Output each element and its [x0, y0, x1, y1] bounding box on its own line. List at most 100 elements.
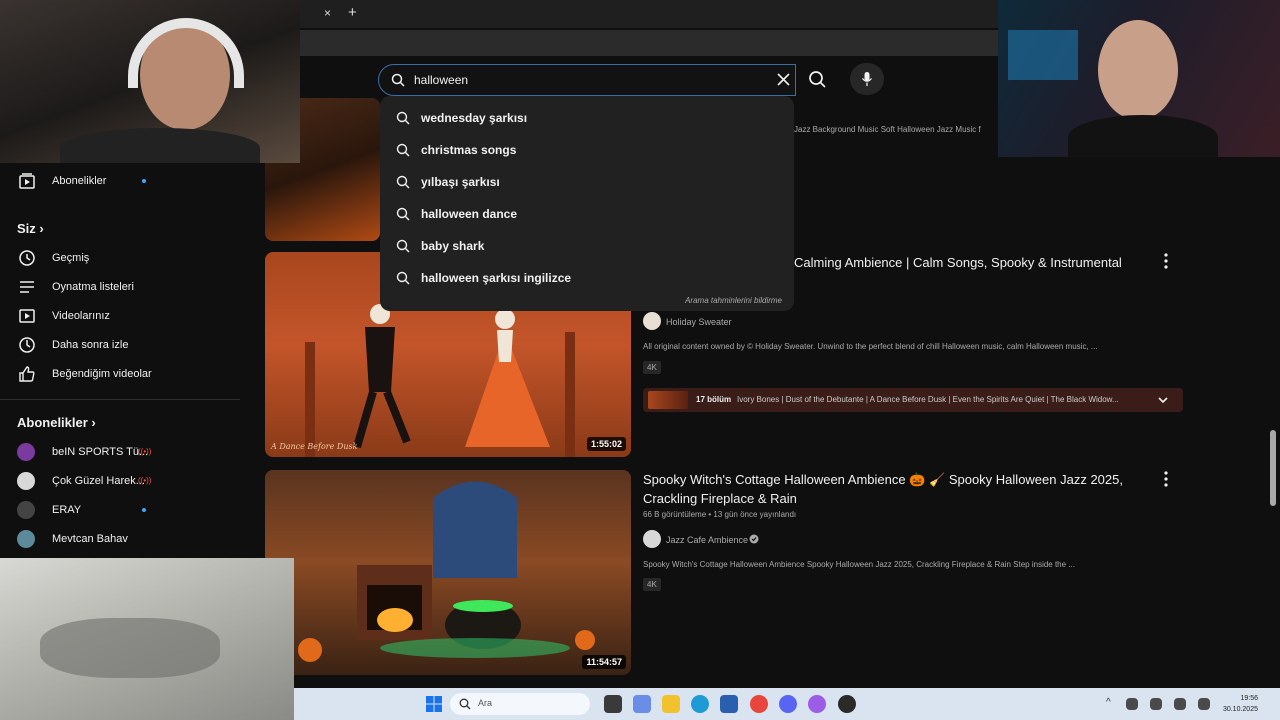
channel-name: Mevtcan Bahav — [52, 533, 128, 545]
address-bar[interactable] — [300, 30, 1000, 56]
channel-name: Çok Güzel Harek... — [52, 475, 145, 487]
more-options-icon[interactable] — [1163, 470, 1169, 488]
tab-close-button[interactable]: × — [324, 6, 331, 20]
suggestion-item[interactable]: halloween dance — [380, 198, 794, 230]
taskbar-search[interactable]: Ara — [450, 693, 590, 715]
search-icon — [396, 175, 410, 189]
discord-icon[interactable] — [779, 695, 797, 713]
search-suggestions-dropdown: wednesday şarkısı christmas songs yılbaş… — [380, 96, 794, 311]
suggestion-item[interactable]: wednesday şarkısı — [380, 102, 794, 134]
video-title[interactable]: Calming Ambience | Calm Songs, Spooky & … — [794, 253, 1134, 272]
sidebar-item-watch-later[interactable]: Daha sonra izle — [0, 331, 255, 359]
chevron-up-icon[interactable]: ^ — [1106, 697, 1111, 708]
sidebar-channel[interactable]: beIN SPORTS Tü... ((•)) — [0, 438, 255, 466]
streamer-shirt — [1068, 115, 1218, 157]
4k-badge: 4K — [643, 361, 661, 374]
chapter-thumbnail — [648, 391, 688, 409]
sidebar-item-label: Daha sonra izle — [52, 339, 129, 351]
upload-age: 13 gün önce yayınlandı — [713, 510, 797, 519]
sidebar-channel[interactable]: ERAY — [0, 496, 255, 524]
chevron-down-icon[interactable] — [1157, 395, 1169, 405]
battery-icon[interactable] — [1174, 698, 1186, 710]
wifi-icon[interactable] — [1198, 698, 1210, 710]
video-title-line: Crackling Fireplace & Rain — [643, 491, 797, 506]
search-icon — [396, 207, 410, 221]
app-icon[interactable] — [838, 695, 856, 713]
video-thumbnail[interactable]: 11:54:57 — [265, 470, 631, 675]
video-description: All original content owned by © Holiday … — [643, 342, 1098, 351]
channel-name[interactable]: Holiday Sweater — [666, 317, 732, 327]
video-title[interactable]: Spooky Witch's Cottage Halloween Ambienc… — [643, 470, 1153, 508]
streamer-face — [1098, 20, 1178, 120]
suggestion-text: baby shark — [421, 239, 485, 253]
search-query-text: halloween — [414, 73, 469, 87]
network-icon[interactable] — [1126, 698, 1138, 710]
4k-badge: 4K — [643, 578, 661, 591]
avatar — [17, 530, 35, 548]
verified-icon — [749, 534, 759, 544]
sidebar-item-your-videos[interactable]: Videolarınız — [0, 302, 255, 330]
suggestion-item[interactable]: halloween şarkısı ingilizce — [380, 262, 794, 294]
video-description-partial: Jazz Background Music Soft Halloween Jaz… — [794, 125, 981, 134]
taskbar-search-label: Ara — [478, 698, 493, 708]
streamer-shirt — [60, 128, 260, 163]
chevron-right-icon: › — [39, 221, 44, 236]
page-scrollbar[interactable] — [1270, 430, 1276, 506]
task-view-icon[interactable] — [604, 695, 622, 713]
playlist-icon — [20, 281, 34, 293]
sidebar-item-subscriptions[interactable]: Abonelikler — [0, 167, 255, 195]
background-monitor — [1008, 30, 1078, 80]
new-tab-button[interactable]: + — [348, 4, 357, 21]
sidebar: Abonelikler Siz › Geçmiş Oynatma listele… — [0, 163, 255, 558]
store-icon[interactable] — [720, 695, 738, 713]
you-section-header[interactable]: Siz › — [17, 221, 44, 236]
channel-avatar[interactable] — [643, 530, 661, 548]
suggestion-text: wednesday şarkısı — [421, 111, 528, 125]
sidebar-item-history[interactable]: Geçmiş — [0, 244, 255, 272]
copilot-icon[interactable] — [633, 695, 651, 713]
suggestion-text: christmas songs — [421, 143, 517, 157]
video-metadata: 66 B görüntüleme • 13 gün önce yayınland… — [643, 510, 797, 519]
more-options-icon[interactable] — [1163, 252, 1169, 270]
avatar — [17, 501, 35, 519]
channel-name[interactable]: Jazz Cafe Ambience — [666, 535, 748, 545]
suggestion-item[interactable]: yılbaşı şarkısı — [380, 166, 794, 198]
thumbnail-caption: A Dance Before Dusk — [271, 442, 358, 451]
clock-date: 30.10.2025 — [1222, 706, 1258, 713]
taskbar-clock[interactable]: 19:56 30.10.2025 — [1223, 693, 1258, 715]
suggestion-text: yılbaşı şarkısı — [421, 175, 500, 189]
suggestion-item[interactable]: christmas songs — [380, 134, 794, 166]
windows-start-icon[interactable] — [426, 696, 442, 712]
history-icon — [19, 250, 35, 266]
search-button[interactable] — [795, 64, 841, 94]
webcam-overlay-bottom — [0, 558, 294, 720]
windows-taskbar: Ara ^ 19:56 30.10.2025 — [294, 688, 1280, 720]
webcam-overlay-right — [998, 0, 1280, 157]
video-title-line: Spooky Witch's Cottage Halloween Ambienc… — [643, 472, 1123, 487]
sidebar-channel[interactable]: Çok Güzel Harek... ((•)) — [0, 467, 255, 495]
obs-icon[interactable] — [808, 695, 826, 713]
channel-name: ERAY — [52, 504, 82, 516]
file-explorer-icon[interactable] — [662, 695, 680, 713]
webcam-overlay-left — [0, 0, 300, 163]
chevron-right-icon: › — [91, 415, 96, 430]
subscriptions-section-header[interactable]: Abonelikler › — [17, 415, 96, 430]
chapters-row[interactable]: 17 bölüm Ivory Bones | Dust of the Debut… — [643, 388, 1183, 412]
report-predictions-link[interactable]: Arama tahminlerini bildirme — [685, 296, 782, 305]
video-description: Spooky Witch's Cottage Halloween Ambienc… — [643, 560, 1075, 569]
avatar — [17, 472, 35, 490]
suggestion-item[interactable]: baby shark — [380, 230, 794, 262]
new-content-dot — [142, 179, 146, 183]
clear-search-icon[interactable] — [777, 73, 790, 86]
sidebar-item-liked-videos[interactable]: Beğendiğim videolar — [0, 360, 255, 388]
chapters-count: 17 bölüm — [696, 395, 732, 404]
sidebar-item-playlists[interactable]: Oynatma listeleri — [0, 273, 255, 301]
sidebar-channel[interactable]: Mevtcan Bahav — [0, 525, 255, 553]
volume-icon[interactable] — [1150, 698, 1162, 710]
voice-search-button[interactable] — [850, 63, 884, 95]
search-input[interactable]: halloween — [378, 64, 796, 96]
chrome-icon[interactable] — [750, 695, 768, 713]
live-icon: ((•)) — [138, 476, 152, 485]
edge-icon[interactable] — [691, 695, 709, 713]
channel-avatar[interactable] — [643, 312, 661, 330]
